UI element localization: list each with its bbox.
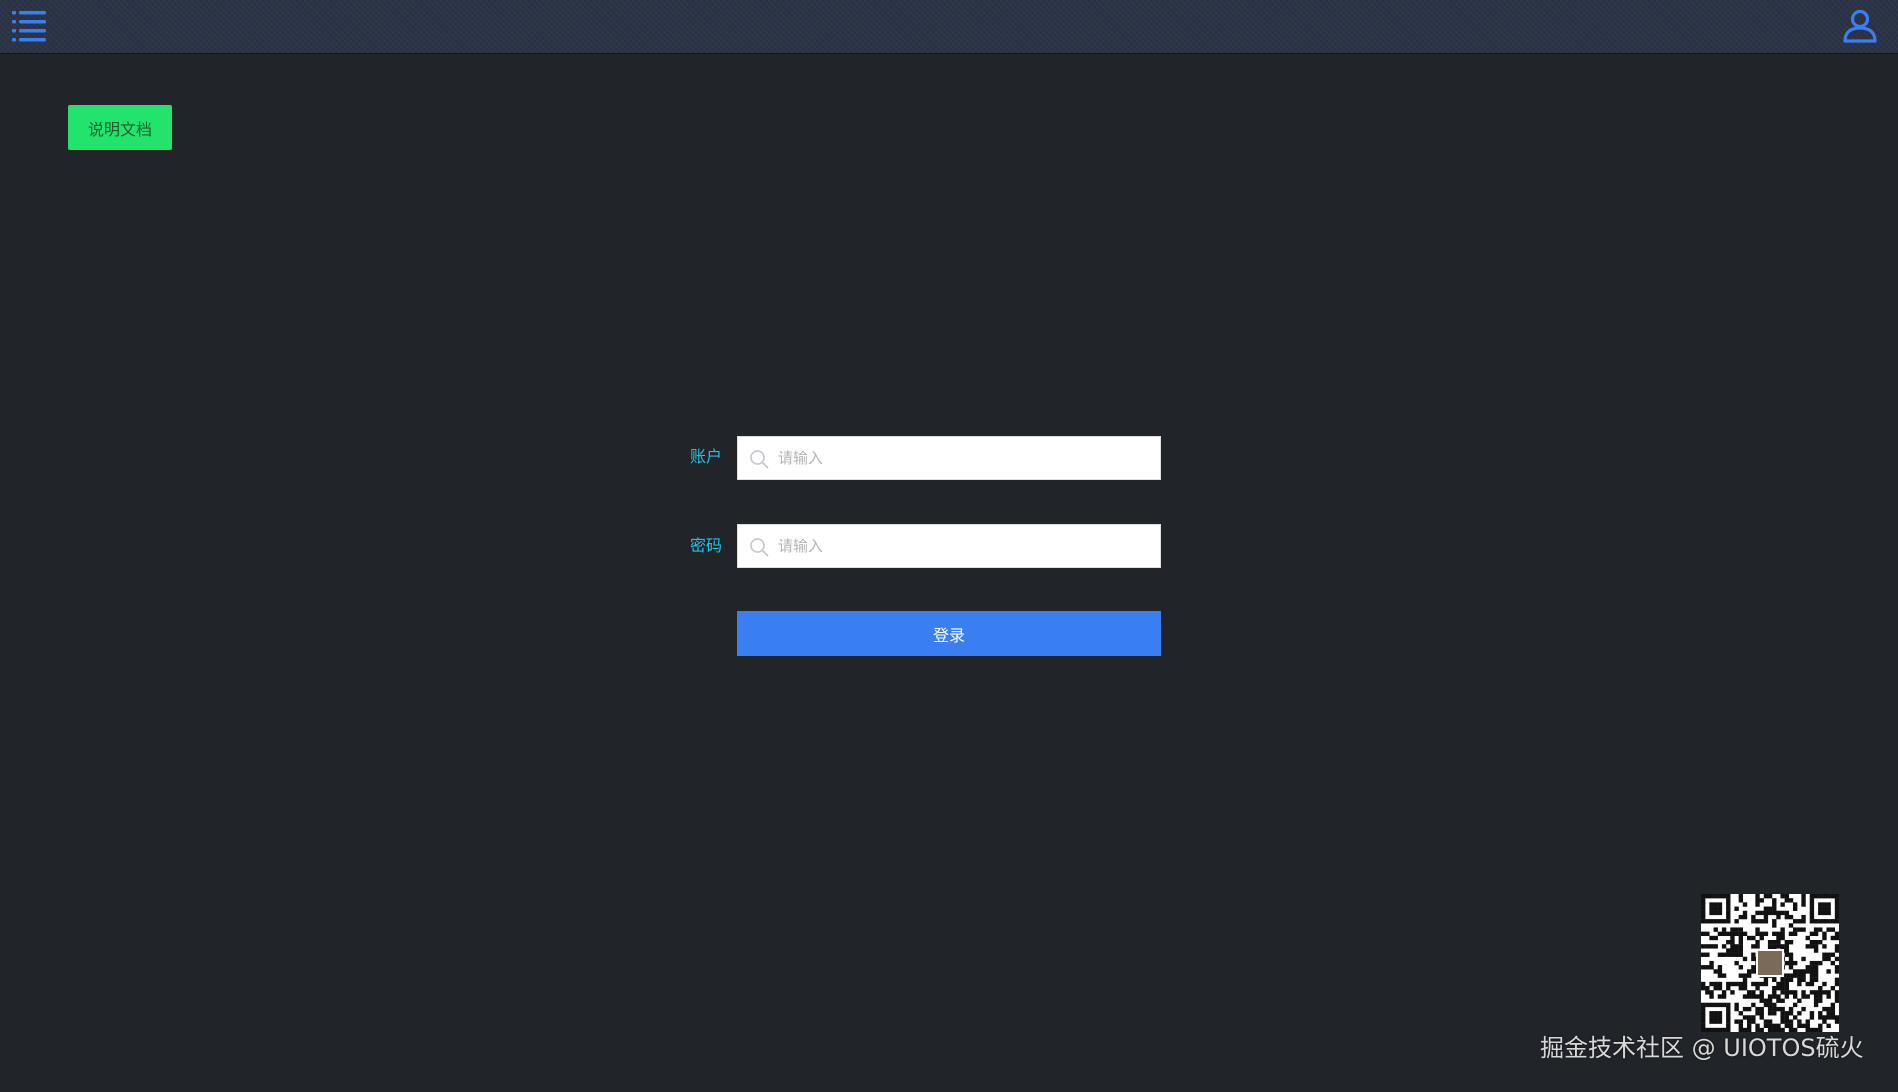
password-label: 密码 [689, 536, 722, 555]
search-icon [750, 538, 769, 557]
account-label: 账户 [689, 447, 722, 466]
login-button[interactable]: 登录 [737, 611, 1161, 656]
user-icon [1843, 9, 1877, 43]
qr-logo [1756, 949, 1784, 977]
search-icon [750, 450, 769, 469]
watermark: 掘金技术社区 @ UIOTOS硫火 [1540, 1034, 1864, 1062]
qr-code [1701, 894, 1839, 1032]
documentation-button[interactable]: 说明文档 [68, 105, 172, 150]
account-input[interactable] [778, 437, 1154, 479]
user-account-button[interactable] [1840, 7, 1880, 45]
password-input[interactable] [778, 525, 1154, 567]
password-input-wrapper[interactable] [737, 524, 1161, 568]
top-bar [0, 0, 1898, 53]
hamburger-menu-icon [12, 11, 46, 42]
menu-button[interactable] [12, 8, 50, 44]
account-input-wrapper[interactable] [737, 436, 1161, 480]
